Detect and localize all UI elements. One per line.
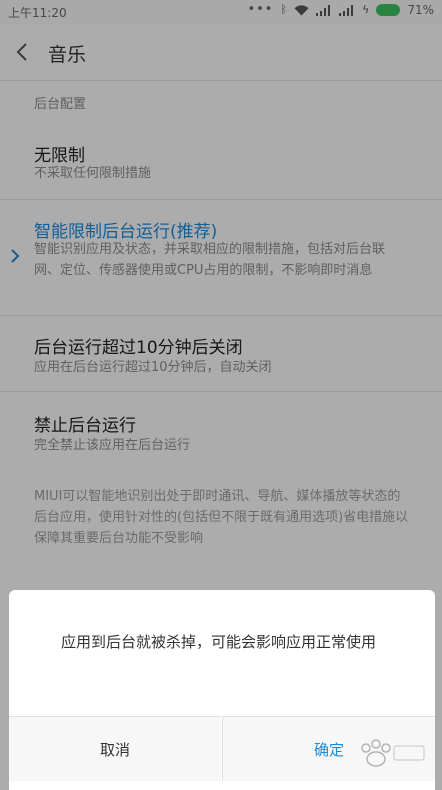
watermark-logo: [352, 734, 428, 772]
cancel-button[interactable]: 取消: [9, 716, 221, 781]
settings-screen: 上午11:20 ••• ᛒ ϟ 71% 音乐 后台配置 无限制 不采取任何限制措…: [0, 0, 442, 790]
dialog-message: 应用到后台就被杀掉，可能会影响应用正常使用: [61, 633, 377, 651]
